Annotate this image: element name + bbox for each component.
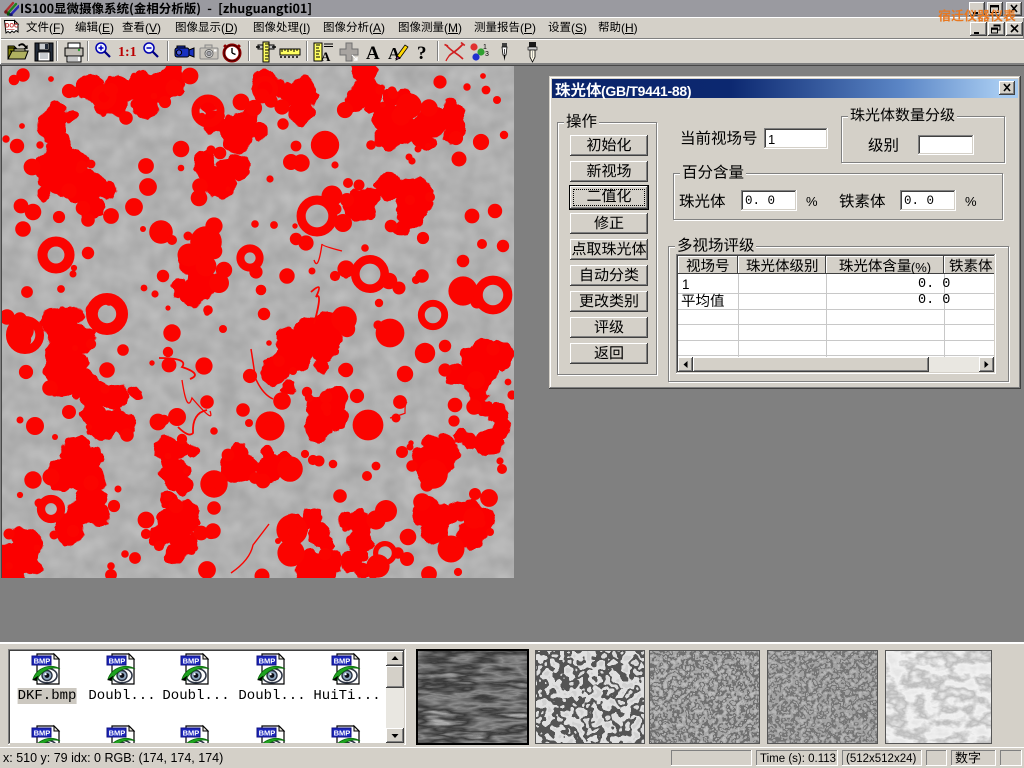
svg-text:BMP: BMP: [334, 657, 351, 666]
svg-text:BMP: BMP: [183, 729, 200, 738]
svg-text:BMP: BMP: [34, 657, 51, 666]
svg-text:BMP: BMP: [259, 657, 276, 666]
svg-text:A: A: [366, 43, 380, 64]
svg-text:BMP: BMP: [109, 729, 126, 738]
svg-text:BMP: BMP: [259, 729, 276, 738]
svg-text:BMP: BMP: [183, 657, 200, 666]
svg-text:BMP: BMP: [34, 729, 51, 738]
svg-text:DOC: DOC: [5, 24, 19, 30]
svg-text:1: 1: [483, 44, 487, 51]
svg-text:1:1: 1:1: [118, 45, 137, 60]
svg-text:?: ?: [417, 43, 427, 64]
svg-text:3: 3: [485, 51, 489, 58]
svg-text:BMP: BMP: [109, 657, 126, 666]
svg-text:A: A: [321, 49, 331, 64]
svg-text:BMP: BMP: [334, 729, 351, 738]
